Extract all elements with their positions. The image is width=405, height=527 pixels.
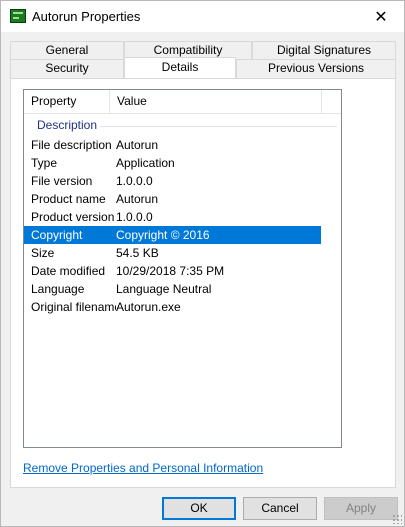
column-header-value[interactable]: Value (110, 90, 322, 114)
group-header-description[interactable]: Description (24, 117, 341, 135)
group-label: Description (37, 118, 98, 132)
list-item[interactable]: Date modified 10/29/2018 7:35 PM (24, 262, 341, 280)
list-item[interactable]: Type Application (24, 154, 341, 172)
tab-row-front: Security Details Previous Versions (10, 57, 396, 78)
property-value: 1.0.0.0 (116, 174, 153, 188)
property-name: Product name (31, 192, 106, 206)
property-name: Size (31, 246, 55, 260)
property-value: 10/29/2018 7:35 PM (116, 264, 225, 278)
tab-previous-versions[interactable]: Previous Versions (236, 59, 396, 78)
property-name: Original filename (31, 300, 116, 314)
property-value: Language Neutral (116, 282, 212, 296)
property-name: File description (31, 138, 112, 152)
property-name: Language (31, 282, 85, 296)
details-list[interactable]: Property Value Description File descript… (23, 89, 342, 448)
cancel-button[interactable]: Cancel (243, 497, 317, 520)
tab-security[interactable]: Security (10, 59, 124, 78)
title-bar: Autorun Properties ✕ (1, 1, 404, 32)
properties-window: Autorun Properties ✕ General Compatibili… (0, 0, 405, 527)
list-header: Property Value (24, 90, 341, 114)
property-value: Autorun (116, 138, 159, 152)
list-item[interactable]: Language Language Neutral (24, 280, 341, 298)
tab-general[interactable]: General (10, 41, 124, 60)
tab-digital-signatures[interactable]: Digital Signatures (252, 41, 396, 60)
tab-details[interactable]: Details (124, 57, 236, 78)
resize-grip-icon[interactable] (392, 514, 402, 524)
property-value: 1.0.0.0 (116, 210, 153, 224)
apply-button[interactable]: Apply (324, 497, 398, 520)
close-icon[interactable]: ✕ (358, 1, 404, 32)
property-rows: File description Autorun Type Applicatio… (24, 136, 341, 316)
list-item[interactable]: File version 1.0.0.0 (24, 172, 341, 190)
list-item[interactable]: Original filename Autorun.exe (24, 298, 341, 316)
property-name: File version (31, 174, 93, 188)
group-divider (100, 126, 337, 127)
property-value: 54.5 KB (116, 246, 159, 260)
list-item[interactable]: Product name Autorun (24, 190, 341, 208)
list-item[interactable]: Size 54.5 KB (24, 244, 341, 262)
remove-properties-link[interactable]: Remove Properties and Personal Informati… (23, 461, 263, 475)
property-name: Date modified (31, 264, 106, 278)
property-value: Autorun (116, 192, 159, 206)
property-name: Type (31, 156, 58, 170)
application-icon (10, 9, 26, 23)
window-title: Autorun Properties (32, 9, 141, 24)
property-value: Copyright © 2016 (116, 228, 210, 242)
property-value: Application (116, 156, 175, 170)
list-item[interactable]: Product version 1.0.0.0 (24, 208, 341, 226)
property-value: Autorun.exe (116, 300, 181, 314)
property-name: Copyright (31, 228, 83, 242)
list-item-selected[interactable]: Copyright Copyright © 2016 (24, 226, 321, 244)
property-name: Product version (31, 210, 115, 224)
list-item[interactable]: File description Autorun (24, 136, 341, 154)
column-header-property[interactable]: Property (24, 90, 110, 114)
details-tab-page: Property Value Description File descript… (10, 78, 396, 488)
ok-button[interactable]: OK (162, 497, 236, 520)
